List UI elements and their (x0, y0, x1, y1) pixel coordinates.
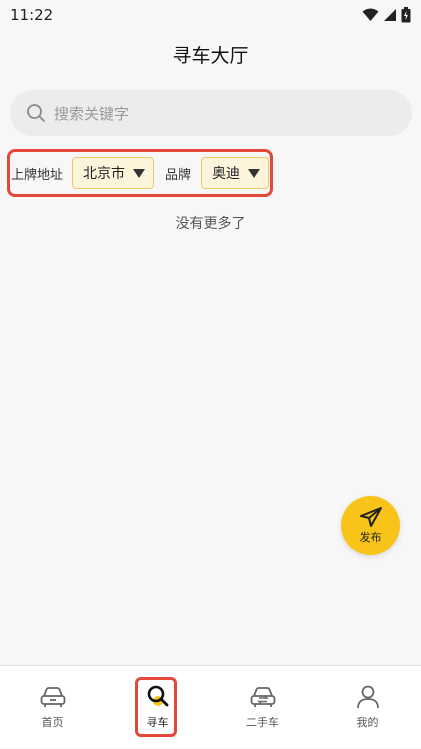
brand-dropdown[interactable]: 奥迪 (201, 157, 270, 189)
search-icon (27, 104, 45, 122)
bottom-tab-bar: 首页 寻车 二手车 我的 (0, 665, 421, 748)
caret-down-icon (133, 168, 146, 178)
car-icon (39, 684, 67, 710)
caret-down-icon (248, 168, 261, 178)
tab-mine[interactable]: 我的 (315, 666, 420, 749)
location-dropdown[interactable]: 北京市 (72, 157, 155, 189)
tab-label: 首页 (41, 716, 64, 729)
page-title: 寻车大厅 (172, 44, 249, 67)
wifi-icon (362, 8, 379, 21)
publish-label: 发布 (359, 531, 382, 544)
battery-icon (401, 7, 411, 23)
tab-home[interactable]: 首页 (0, 666, 105, 749)
tab-label: 二手车 (246, 716, 279, 729)
signal-icon (384, 9, 396, 21)
user-icon (356, 684, 380, 710)
header: 寻车大厅 (0, 30, 421, 78)
status-time: 11:22 (10, 6, 54, 24)
search-bar[interactable]: 搜索关键字 (10, 90, 412, 136)
publish-button[interactable]: 发布 (341, 496, 400, 555)
status-bar: 11:22 (0, 0, 421, 30)
location-value: 北京市 (83, 166, 126, 182)
brand-label: 品牌 (165, 167, 192, 183)
location-label: 上牌地址 (11, 167, 64, 183)
exchange-car-icon (249, 684, 277, 710)
tab-label: 我的 (356, 716, 379, 729)
no-more-text: 没有更多了 (175, 216, 246, 232)
tab-used-car[interactable]: 二手车 (210, 666, 315, 749)
status-icons (362, 7, 411, 23)
paper-plane-icon (359, 507, 382, 527)
search-placeholder[interactable]: 搜索关键字 (54, 103, 129, 124)
active-tab-highlight (135, 677, 177, 737)
filter-bar: 上牌地址 北京市 品牌 奥迪 (7, 149, 273, 197)
brand-value: 奥迪 (212, 166, 241, 182)
